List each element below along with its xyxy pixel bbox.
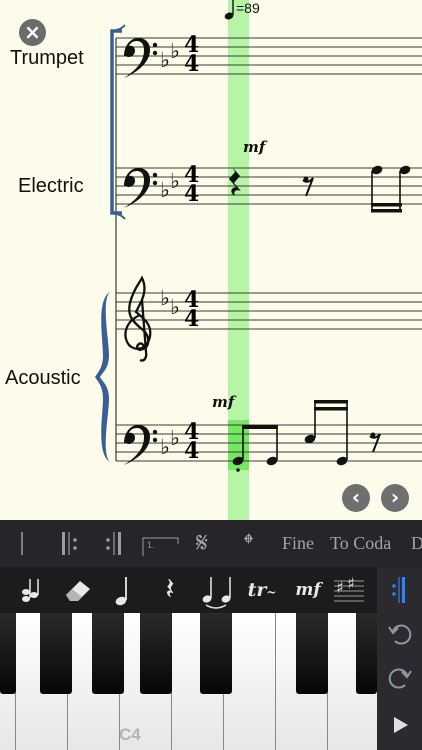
piano-key-black[interactable] xyxy=(356,613,377,694)
svg-text:♭: ♭ xyxy=(170,295,180,319)
accidentals-icon[interactable]: ♯ ♯ xyxy=(332,567,366,613)
piano-key-black[interactable] xyxy=(140,613,172,694)
chord-icon[interactable] xyxy=(12,567,46,613)
time-signature-1: 44 xyxy=(184,32,200,77)
score-canvas: ♭ ♭ ♭ ♭ ♭ ♭ ♭ ♭ xyxy=(95,0,422,520)
time-signature-3: 44 xyxy=(184,287,200,332)
dynamic-mark-acoustic[interactable]: mf xyxy=(212,393,234,411)
next-page-button[interactable]: › xyxy=(381,484,409,512)
piano-key-black[interactable] xyxy=(200,613,232,694)
svg-text:♭: ♭ xyxy=(160,286,170,310)
coda-icon[interactable]: 𝄌 xyxy=(244,520,253,567)
close-button[interactable]: × xyxy=(19,19,46,46)
undo-icon xyxy=(387,624,411,645)
svg-text:♭: ♭ xyxy=(160,48,170,72)
barline-toolbar: 1. 𝄋 𝄌 Fine To Coda D xyxy=(0,520,422,567)
trill-button[interactable]: tr~ xyxy=(244,567,280,613)
tie-icon[interactable] xyxy=(196,567,236,613)
svg-text:♭: ♭ xyxy=(160,435,170,459)
clefs xyxy=(124,38,158,465)
segno-icon[interactable]: 𝄋 xyxy=(196,520,208,567)
staff-lines xyxy=(115,37,422,462)
c4-key-label: C4 xyxy=(119,725,141,744)
fine-button[interactable]: Fine xyxy=(282,520,314,567)
svg-text:♭: ♭ xyxy=(170,169,180,193)
svg-text:♭: ♭ xyxy=(170,39,180,63)
instrument-label-acoustic[interactable]: Acoustic xyxy=(5,367,81,390)
close-icon: × xyxy=(24,20,41,44)
svg-text:♭: ♭ xyxy=(170,426,180,450)
piano-key-black[interactable] xyxy=(40,613,72,694)
piano-key-black[interactable] xyxy=(0,613,16,694)
svg-text:1.: 1. xyxy=(147,541,155,550)
dynamic-button[interactable]: mf xyxy=(288,567,328,613)
play-icon xyxy=(393,717,408,733)
score-area[interactable]: ♭ ♭ ♭ ♭ ♭ ♭ ♭ ♭ 4 4 4 4 4 4 4 4 =89 Trum… xyxy=(0,0,422,520)
key-signatures: ♭ ♭ ♭ ♭ ♭ ♭ ♭ ♭ xyxy=(160,39,180,459)
play-button[interactable] xyxy=(377,713,422,743)
time-signature-4: 44 xyxy=(184,419,200,464)
previous-page-button[interactable]: ‹ xyxy=(342,484,370,512)
brace xyxy=(95,292,110,462)
instrument-label-electric[interactable]: Electric xyxy=(18,175,84,198)
piano-keyboard[interactable] xyxy=(0,613,377,750)
to-coda-button[interactable]: To Coda xyxy=(330,520,391,567)
svg-text:♭: ♭ xyxy=(160,178,170,202)
undo-button[interactable] xyxy=(377,621,422,653)
quarter-note-icon[interactable] xyxy=(108,567,138,613)
chevron-right-icon: › xyxy=(390,485,400,509)
treble-clef xyxy=(124,275,152,362)
notation-toolbar: 𝄽 tr~ mf ♯ ♯ xyxy=(0,567,422,613)
piano-key-black[interactable] xyxy=(92,613,124,694)
instrument-label-trumpet[interactable]: Trumpet xyxy=(10,47,84,70)
repeat-end-icon xyxy=(392,577,405,603)
dc-button[interactable]: D xyxy=(411,520,422,567)
electric-notes xyxy=(229,165,411,213)
eraser-icon[interactable] xyxy=(60,567,94,613)
dynamic-mark-electric[interactable]: mf xyxy=(243,138,265,156)
tempo-marking[interactable]: =89 xyxy=(236,0,260,16)
repeat-toggle[interactable] xyxy=(377,567,422,613)
barline-symbols: 1. xyxy=(21,532,179,556)
redo-button[interactable] xyxy=(377,665,422,697)
quarter-rest-icon[interactable]: 𝄽 xyxy=(150,567,190,613)
chevron-left-icon: ‹ xyxy=(351,485,361,509)
redo-icon xyxy=(388,668,412,689)
piano-key-black[interactable] xyxy=(296,613,328,694)
right-control-panel xyxy=(377,613,422,750)
svg-text:♯: ♯ xyxy=(336,578,344,597)
time-signature-2: 44 xyxy=(184,162,200,207)
svg-text:♯: ♯ xyxy=(347,574,355,593)
